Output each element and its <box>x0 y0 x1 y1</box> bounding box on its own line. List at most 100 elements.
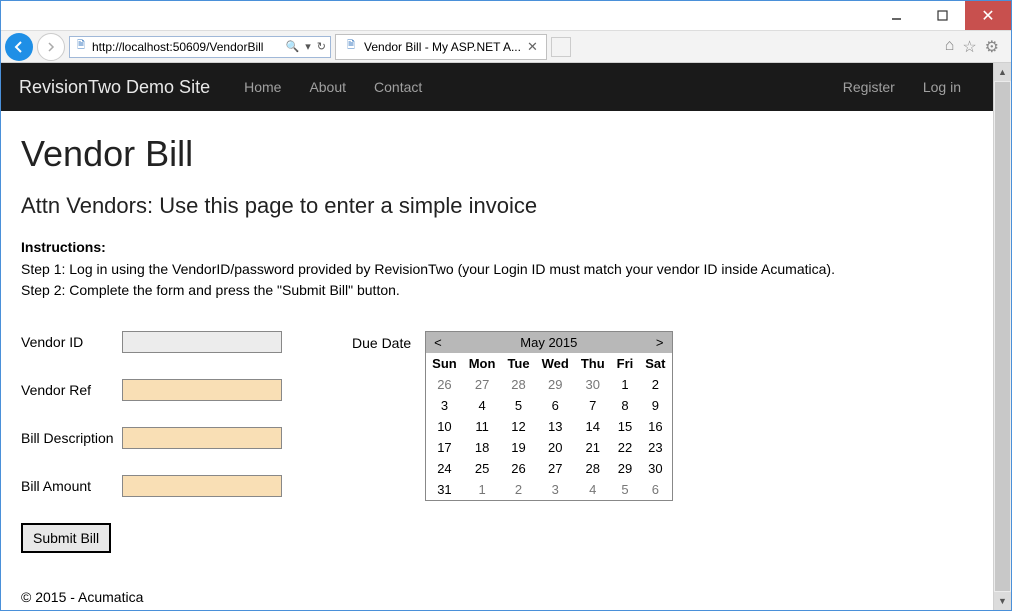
new-tab-button[interactable] <box>551 37 571 57</box>
vendor-id-label: Vendor ID <box>21 334 116 350</box>
calendar-day[interactable]: 3 <box>426 395 463 416</box>
calendar-dow: Mon <box>463 353 502 374</box>
calendar-day[interactable]: 18 <box>463 437 502 458</box>
calendar-day[interactable]: 26 <box>426 374 463 395</box>
nav-link-register[interactable]: Register <box>829 79 909 95</box>
calendar-day[interactable]: 2 <box>501 479 535 500</box>
calendar-day[interactable]: 5 <box>501 395 535 416</box>
calendar-prev-button[interactable]: < <box>434 335 442 350</box>
calendar-day[interactable]: 22 <box>611 437 640 458</box>
page-subtitle: Attn Vendors: Use this page to enter a s… <box>21 193 973 219</box>
dropdown-icon[interactable]: ▾ <box>305 40 311 53</box>
submit-bill-button[interactable]: Submit Bill <box>21 523 111 553</box>
tab-page-icon: 🗎 <box>344 40 358 54</box>
calendar-day[interactable]: 4 <box>463 395 502 416</box>
calendar-day[interactable]: 1 <box>463 479 502 500</box>
calendar-day[interactable]: 30 <box>575 374 611 395</box>
calendar-dow: Thu <box>575 353 611 374</box>
calendar-day[interactable]: 14 <box>575 416 611 437</box>
instruction-step2: Step 2: Complete the form and press the … <box>21 280 973 301</box>
calendar-day[interactable]: 27 <box>463 374 502 395</box>
calendar-day[interactable]: 4 <box>575 479 611 500</box>
calendar-day[interactable]: 6 <box>639 479 671 500</box>
calendar-day[interactable]: 1 <box>611 374 640 395</box>
bill-amount-input[interactable] <box>122 475 282 497</box>
browser-window: ✕ 🗎 🔍 ▾ ↻ 🗎 Vendor Bill - My ASP.NET A..… <box>0 0 1012 611</box>
settings-icon[interactable]: ⚙ <box>985 37 999 57</box>
calendar-day[interactable]: 11 <box>463 416 502 437</box>
calendar-day[interactable]: 28 <box>501 374 535 395</box>
calendar-day[interactable]: 12 <box>501 416 535 437</box>
calendar-day[interactable]: 2 <box>639 374 671 395</box>
calendar-day[interactable]: 3 <box>536 479 575 500</box>
calendar-month-label: May 2015 <box>442 335 656 350</box>
browser-tab[interactable]: 🗎 Vendor Bill - My ASP.NET A... ✕ <box>335 34 547 60</box>
calendar-dow: Fri <box>611 353 640 374</box>
calendar-day[interactable]: 30 <box>639 458 671 479</box>
calendar-day[interactable]: 28 <box>575 458 611 479</box>
calendar-day[interactable]: 25 <box>463 458 502 479</box>
calendar-day[interactable]: 31 <box>426 479 463 500</box>
nav-link-contact[interactable]: Contact <box>360 79 436 95</box>
minimize-button[interactable] <box>873 1 919 30</box>
vendor-id-input[interactable] <box>122 331 282 353</box>
page-icon: 🗎 <box>74 40 88 54</box>
nav-link-log-in[interactable]: Log in <box>909 79 975 95</box>
due-date-label: Due Date <box>352 331 411 351</box>
scroll-thumb[interactable] <box>995 82 1010 591</box>
calendar-day[interactable]: 6 <box>536 395 575 416</box>
calendar-day[interactable]: 8 <box>611 395 640 416</box>
bill-description-input[interactable] <box>122 427 282 449</box>
refresh-icon[interactable]: ↻ <box>317 40 326 53</box>
calendar-day[interactable]: 5 <box>611 479 640 500</box>
calendar-day[interactable]: 17 <box>426 437 463 458</box>
home-icon[interactable]: ⌂ <box>945 37 955 57</box>
calendar-day[interactable]: 16 <box>639 416 671 437</box>
calendar-dow: Sun <box>426 353 463 374</box>
site-brand[interactable]: RevisionTwo Demo Site <box>19 77 210 98</box>
calendar-day[interactable]: 13 <box>536 416 575 437</box>
tab-close-icon[interactable]: ✕ <box>527 39 538 55</box>
url-input[interactable] <box>92 40 282 54</box>
scroll-down-button[interactable]: ▼ <box>994 592 1011 610</box>
calendar-day[interactable]: 26 <box>501 458 535 479</box>
titlebar: ✕ <box>1 1 1011 31</box>
back-button[interactable] <box>5 33 33 61</box>
calendar-day[interactable]: 10 <box>426 416 463 437</box>
close-button[interactable]: ✕ <box>965 1 1011 30</box>
calendar-day[interactable]: 19 <box>501 437 535 458</box>
address-bar[interactable]: 🗎 🔍 ▾ ↻ <box>69 36 331 58</box>
maximize-button[interactable] <box>919 1 965 30</box>
calendar-day[interactable]: 9 <box>639 395 671 416</box>
calendar-day[interactable]: 29 <box>536 374 575 395</box>
tab-title: Vendor Bill - My ASP.NET A... <box>364 40 521 54</box>
favorites-icon[interactable]: ☆ <box>962 37 976 57</box>
calendar-day[interactable]: 20 <box>536 437 575 458</box>
vendor-ref-input[interactable] <box>122 379 282 401</box>
calendar-day[interactable]: 24 <box>426 458 463 479</box>
calendar-next-button[interactable]: > <box>656 335 664 350</box>
nav-link-home[interactable]: Home <box>230 79 295 95</box>
calendar-dow: Wed <box>536 353 575 374</box>
bill-description-label: Bill Description <box>21 430 116 446</box>
calendar-dow: Tue <box>501 353 535 374</box>
calendar-dow: Sat <box>639 353 671 374</box>
site-navbar: RevisionTwo Demo Site HomeAboutContact R… <box>1 63 993 111</box>
page-content: RevisionTwo Demo Site HomeAboutContact R… <box>1 63 993 610</box>
calendar-day[interactable]: 27 <box>536 458 575 479</box>
due-date-calendar: < May 2015 > SunMonTueWedThuFriSat 26272… <box>425 331 672 501</box>
scroll-up-button[interactable]: ▲ <box>994 63 1011 81</box>
calendar-grid: SunMonTueWedThuFriSat 262728293012345678… <box>426 353 671 500</box>
search-icon[interactable]: 🔍 <box>286 40 300 53</box>
vendor-ref-label: Vendor Ref <box>21 382 116 398</box>
forward-button[interactable] <box>37 33 65 61</box>
page-title: Vendor Bill <box>21 133 973 175</box>
instruction-step1: Step 1: Log in using the VendorID/passwo… <box>21 259 973 280</box>
calendar-day[interactable]: 29 <box>611 458 640 479</box>
calendar-day[interactable]: 23 <box>639 437 671 458</box>
calendar-day[interactable]: 7 <box>575 395 611 416</box>
calendar-day[interactable]: 21 <box>575 437 611 458</box>
vertical-scrollbar[interactable]: ▲ ▼ <box>993 63 1011 610</box>
nav-link-about[interactable]: About <box>295 79 360 95</box>
calendar-day[interactable]: 15 <box>611 416 640 437</box>
